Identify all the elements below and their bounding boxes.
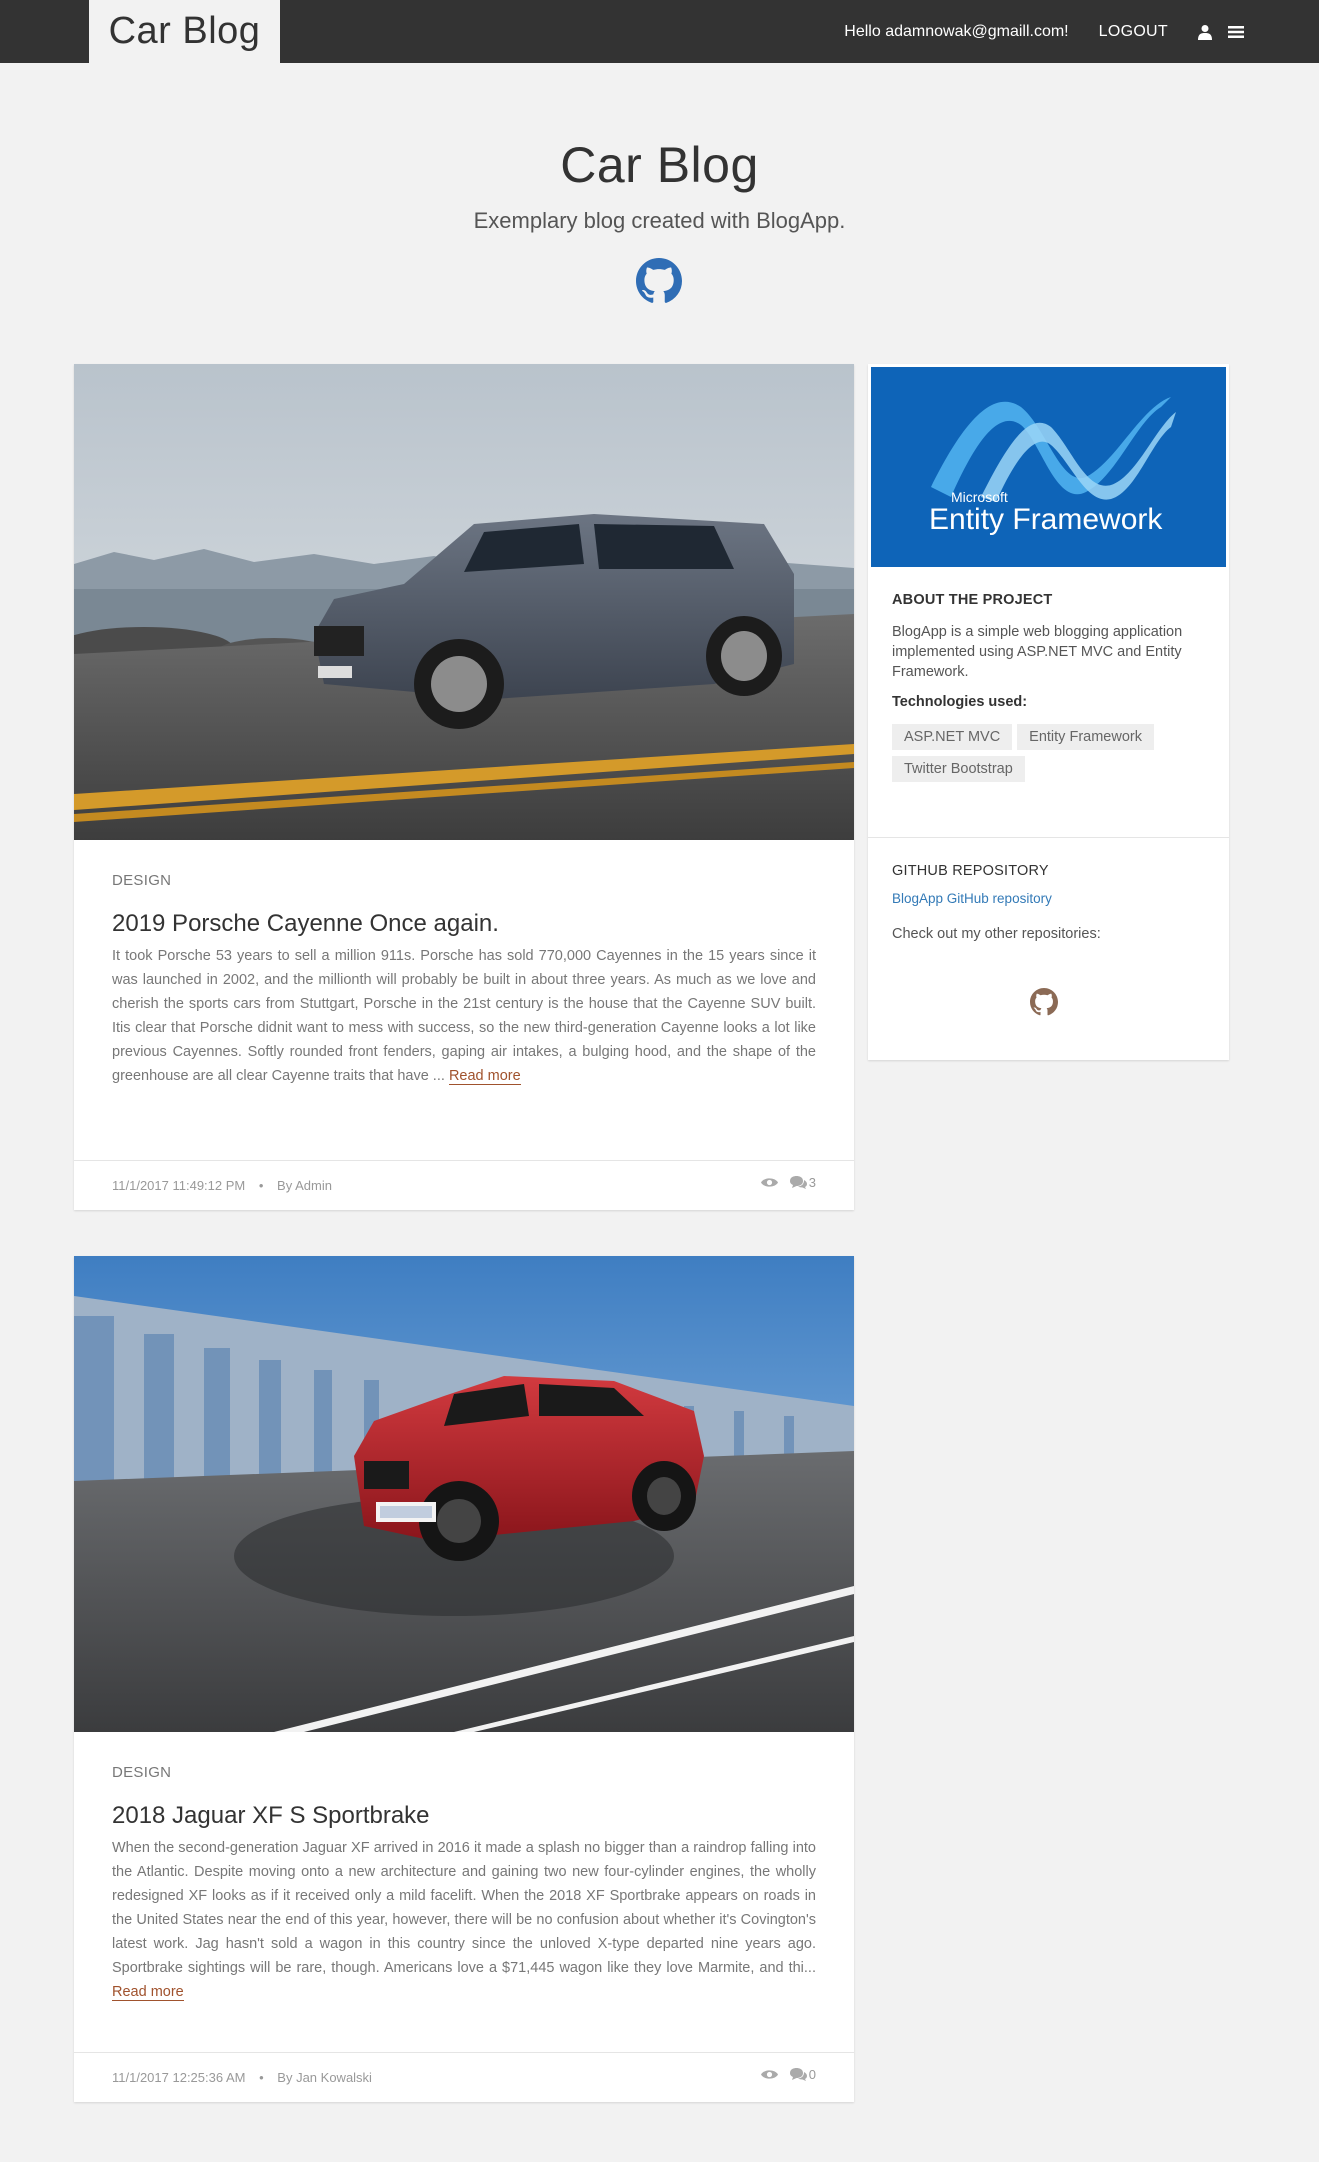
post-date: 11/1/2017 11:49:12 PM [112,1178,246,1193]
separator-dot: • [259,2070,264,2085]
post-date: 11/1/2017 12:25:36 AM [112,2070,246,2085]
page-subtitle: Exemplary blog created with BlogApp. [473,208,846,233]
read-more-link[interactable]: Read more [112,1984,184,2001]
post-card: DESIGN 2018 Jaguar XF S Sportbrake When … [74,1256,854,2102]
user-greeting[interactable]: Hello adamnowak@gmaill.com! [844,23,1068,41]
brand-logo[interactable]: Car Blog [89,0,280,63]
github-repo-link[interactable]: BlogApp GitHub repository [892,891,1205,906]
post-footer: 11/1/2017 12:25:36 AM • By Jan Kowalski … [74,2052,854,2102]
post-category[interactable]: DESIGN [112,1764,171,1781]
github-icon[interactable] [636,258,682,304]
entity-framework-banner: Microsoft Entity Framework [871,367,1226,567]
post-excerpt: When the second-generation Jaguar XF arr… [112,1836,816,2004]
about-heading: ABOUT THE PROJECT [892,592,1053,608]
technologies-label: Technologies used: [892,694,1028,710]
comments-icon [789,2068,807,2081]
post-title[interactable]: 2018 Jaguar XF S Sportbrake [112,1802,430,1830]
post-excerpt-text: It took Porsche 53 years to sell a milli… [112,948,816,1084]
user-icon[interactable] [1198,24,1212,40]
tag-twitter-bootstrap[interactable]: Twitter Bootstrap [892,756,1025,782]
separator-dot: • [258,1178,264,1193]
about-section: ABOUT THE PROJECT BlogApp is a simple we… [868,592,1229,782]
github-icon[interactable] [1030,988,1058,1016]
banner-product: Entity Framework [929,503,1163,536]
eye-icon [760,1178,778,1187]
post-stats: 3 [760,1175,816,1190]
post-excerpt-text: When the second-generation Jaguar XF arr… [112,1840,816,1976]
post-category[interactable]: DESIGN [112,872,171,889]
comments-icon [789,1176,807,1189]
post-author: By Jan Kowalski [277,2070,372,2085]
github-text: Check out my other repositories: [892,926,1101,942]
post-footer: 11/1/2017 11:49:12 PM • By Admin 3 [74,1160,854,1210]
tag-entity-framework[interactable]: Entity Framework [1017,724,1154,750]
post-image[interactable] [74,1256,854,1732]
post-meta-info: 11/1/2017 12:25:36 AM • By Jan Kowalski [112,2070,372,2085]
github-heading: GITHUB REPOSITORY [892,863,1049,879]
logout-link[interactable]: LOGOUT [1099,23,1168,41]
post-excerpt: It took Porsche 53 years to sell a milli… [112,944,816,1088]
navbar-icons [1198,24,1244,40]
comment-count[interactable]: 0 [789,2067,816,2082]
sidebar-divider [868,837,1229,838]
page-title: Car Blog [560,137,759,193]
github-section: GITHUB REPOSITORY BlogApp GitHub reposit… [868,863,1229,944]
comment-count-value: 0 [808,2067,816,2082]
post-image[interactable] [74,364,854,840]
post-stats: 0 [760,2067,816,2082]
technology-tags: ASP.NET MVC Entity Framework Twitter Boo… [892,724,1205,782]
sidebar: Microsoft Entity Framework ABOUT THE PRO… [868,364,1229,1060]
post-author: By Admin [277,1178,332,1193]
menu-icon[interactable] [1228,25,1244,39]
read-more-link[interactable]: Read more [448,1068,521,1085]
tag-asp-net-mvc[interactable]: ASP.NET MVC [892,724,1013,750]
navbar: Car Blog Hello adamnowak@gmaill.com! LOG… [0,0,1319,63]
navbar-right: Hello adamnowak@gmaill.com! LOGOUT [844,0,1244,63]
comment-count[interactable]: 3 [789,1175,816,1190]
eye-icon [760,2070,778,2079]
post-title[interactable]: 2019 Porsche Cayenne Once again. [112,910,499,938]
about-text: BlogApp is a simple web blogging applica… [892,624,1183,680]
comment-count-value: 3 [808,1175,816,1190]
post-meta-info: 11/1/2017 11:49:12 PM • By Admin [112,1178,332,1193]
post-card: DESIGN 2019 Porsche Cayenne Once again. … [74,364,854,1210]
